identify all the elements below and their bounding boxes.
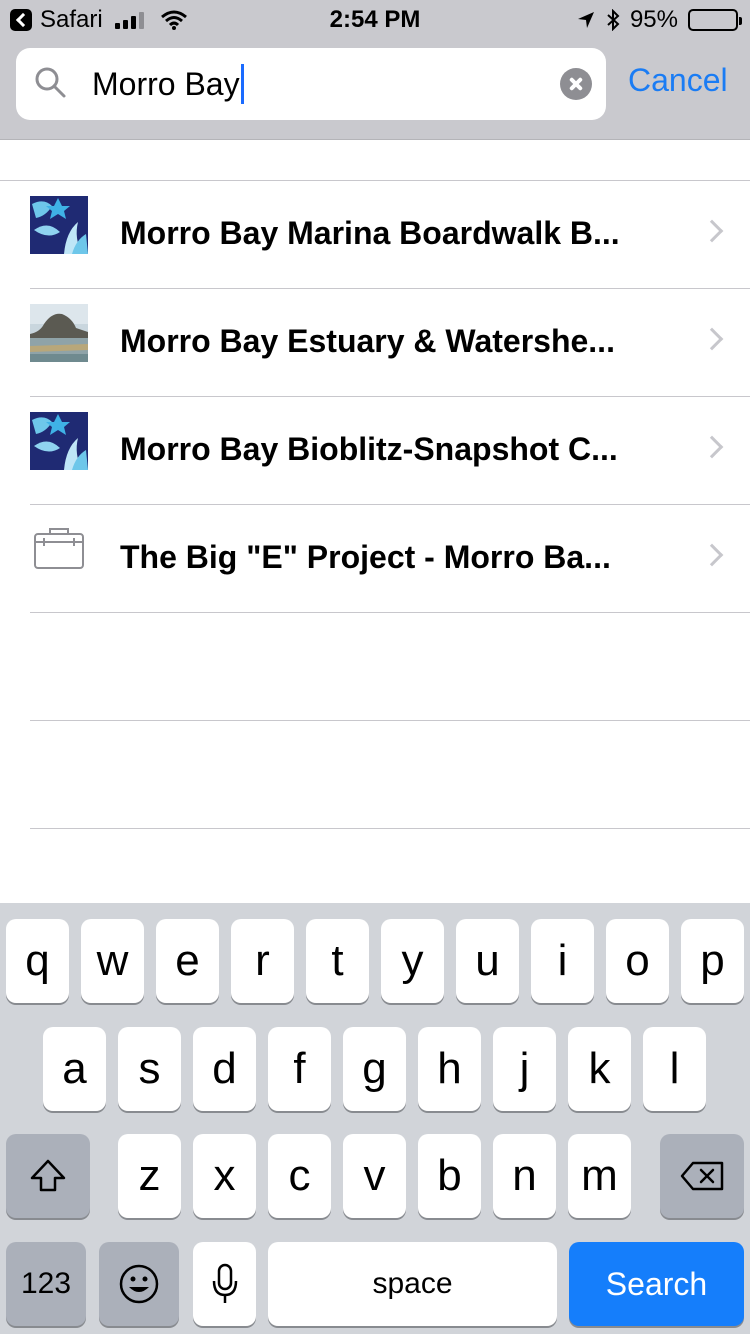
list-item[interactable]: The Big "E" Project - Morro Ba... — [30, 505, 750, 613]
result-title: Morro Bay Estuary & Watershe... — [120, 323, 615, 359]
search-field[interactable]: Morro Bay — [16, 48, 606, 120]
key-g[interactable]: g — [343, 1027, 406, 1111]
keyboard: q w e r t y u i o p a s d f g h j k l z … — [0, 903, 750, 1334]
bluetooth-icon — [607, 9, 620, 31]
status-bar: Safari 2:54 PM 95% — [0, 0, 750, 40]
list-item[interactable]: Morro Bay Marina Boardwalk B... — [30, 181, 750, 289]
key-z[interactable]: z — [118, 1134, 181, 1218]
key-m[interactable]: m — [568, 1134, 631, 1218]
morro-rock-photo-icon — [30, 304, 88, 362]
key-d[interactable]: d — [193, 1027, 256, 1111]
search-input[interactable]: Morro Bay — [92, 62, 562, 106]
location-arrow-icon — [577, 12, 594, 28]
key-x[interactable]: x — [193, 1134, 256, 1218]
key-i[interactable]: i — [531, 919, 594, 1003]
empty-list-row — [30, 721, 750, 829]
result-title: Morro Bay Bioblitz-Snapshot C... — [120, 431, 618, 467]
key-t[interactable]: t — [306, 919, 369, 1003]
search-icon — [35, 67, 66, 98]
key-b[interactable]: b — [418, 1134, 481, 1218]
result-title: The Big "E" Project - Morro Ba... — [120, 539, 611, 575]
briefcase-icon — [30, 520, 88, 578]
cancel-button[interactable]: Cancel — [628, 62, 728, 99]
key-f[interactable]: f — [268, 1027, 331, 1111]
chevron-right-icon — [700, 543, 724, 567]
shift-key[interactable] — [6, 1134, 90, 1218]
microphone-icon — [212, 1263, 237, 1303]
emoji-key[interactable] — [99, 1242, 179, 1326]
key-y[interactable]: y — [381, 919, 444, 1003]
dictation-key[interactable] — [193, 1242, 256, 1326]
key-h[interactable]: h — [418, 1027, 481, 1111]
clear-search-button[interactable] — [560, 68, 592, 100]
key-r[interactable]: r — [231, 919, 294, 1003]
key-k[interactable]: k — [568, 1027, 631, 1111]
numbers-key[interactable]: 123 — [6, 1242, 86, 1326]
backspace-icon — [680, 1161, 724, 1191]
search-key[interactable]: Search — [569, 1242, 744, 1326]
space-key[interactable]: space — [268, 1242, 557, 1326]
key-p[interactable]: p — [681, 919, 744, 1003]
key-n[interactable]: n — [493, 1134, 556, 1218]
search-query: Morro Bay — [92, 65, 240, 102]
backspace-key[interactable] — [660, 1134, 744, 1218]
emoji-icon — [119, 1264, 159, 1304]
search-header: Safari 2:54 PM 95% Morro Bay Cancel — [0, 0, 750, 140]
text-caret — [240, 64, 244, 104]
key-l[interactable]: l — [643, 1027, 706, 1111]
key-s[interactable]: s — [118, 1027, 181, 1111]
list-item[interactable]: Morro Bay Bioblitz-Snapshot C... — [30, 397, 750, 505]
chevron-right-icon — [700, 219, 724, 243]
key-o[interactable]: o — [606, 919, 669, 1003]
key-j[interactable]: j — [493, 1027, 556, 1111]
chevron-right-icon — [700, 327, 724, 351]
status-right: 95% — [576, 6, 742, 34]
empty-list-row — [30, 613, 750, 721]
key-a[interactable]: a — [43, 1027, 106, 1111]
sea-life-logo-icon — [30, 412, 88, 470]
chevron-right-icon — [700, 435, 724, 459]
list-item[interactable]: Morro Bay Estuary & Watershe... — [30, 289, 750, 397]
result-title: Morro Bay Marina Boardwalk B... — [120, 215, 620, 251]
key-e[interactable]: e — [156, 919, 219, 1003]
key-q[interactable]: q — [6, 919, 69, 1003]
shift-icon — [30, 1159, 66, 1192]
key-w[interactable]: w — [81, 919, 144, 1003]
battery-percent: 95% — [629, 6, 678, 33]
results-list: Morro Bay Marina Boardwalk B... Morro Ba… — [0, 180, 750, 829]
key-c[interactable]: c — [268, 1134, 331, 1218]
key-v[interactable]: v — [343, 1134, 406, 1218]
sea-life-logo-icon — [30, 196, 88, 254]
key-u[interactable]: u — [456, 919, 519, 1003]
battery-icon — [688, 9, 742, 31]
